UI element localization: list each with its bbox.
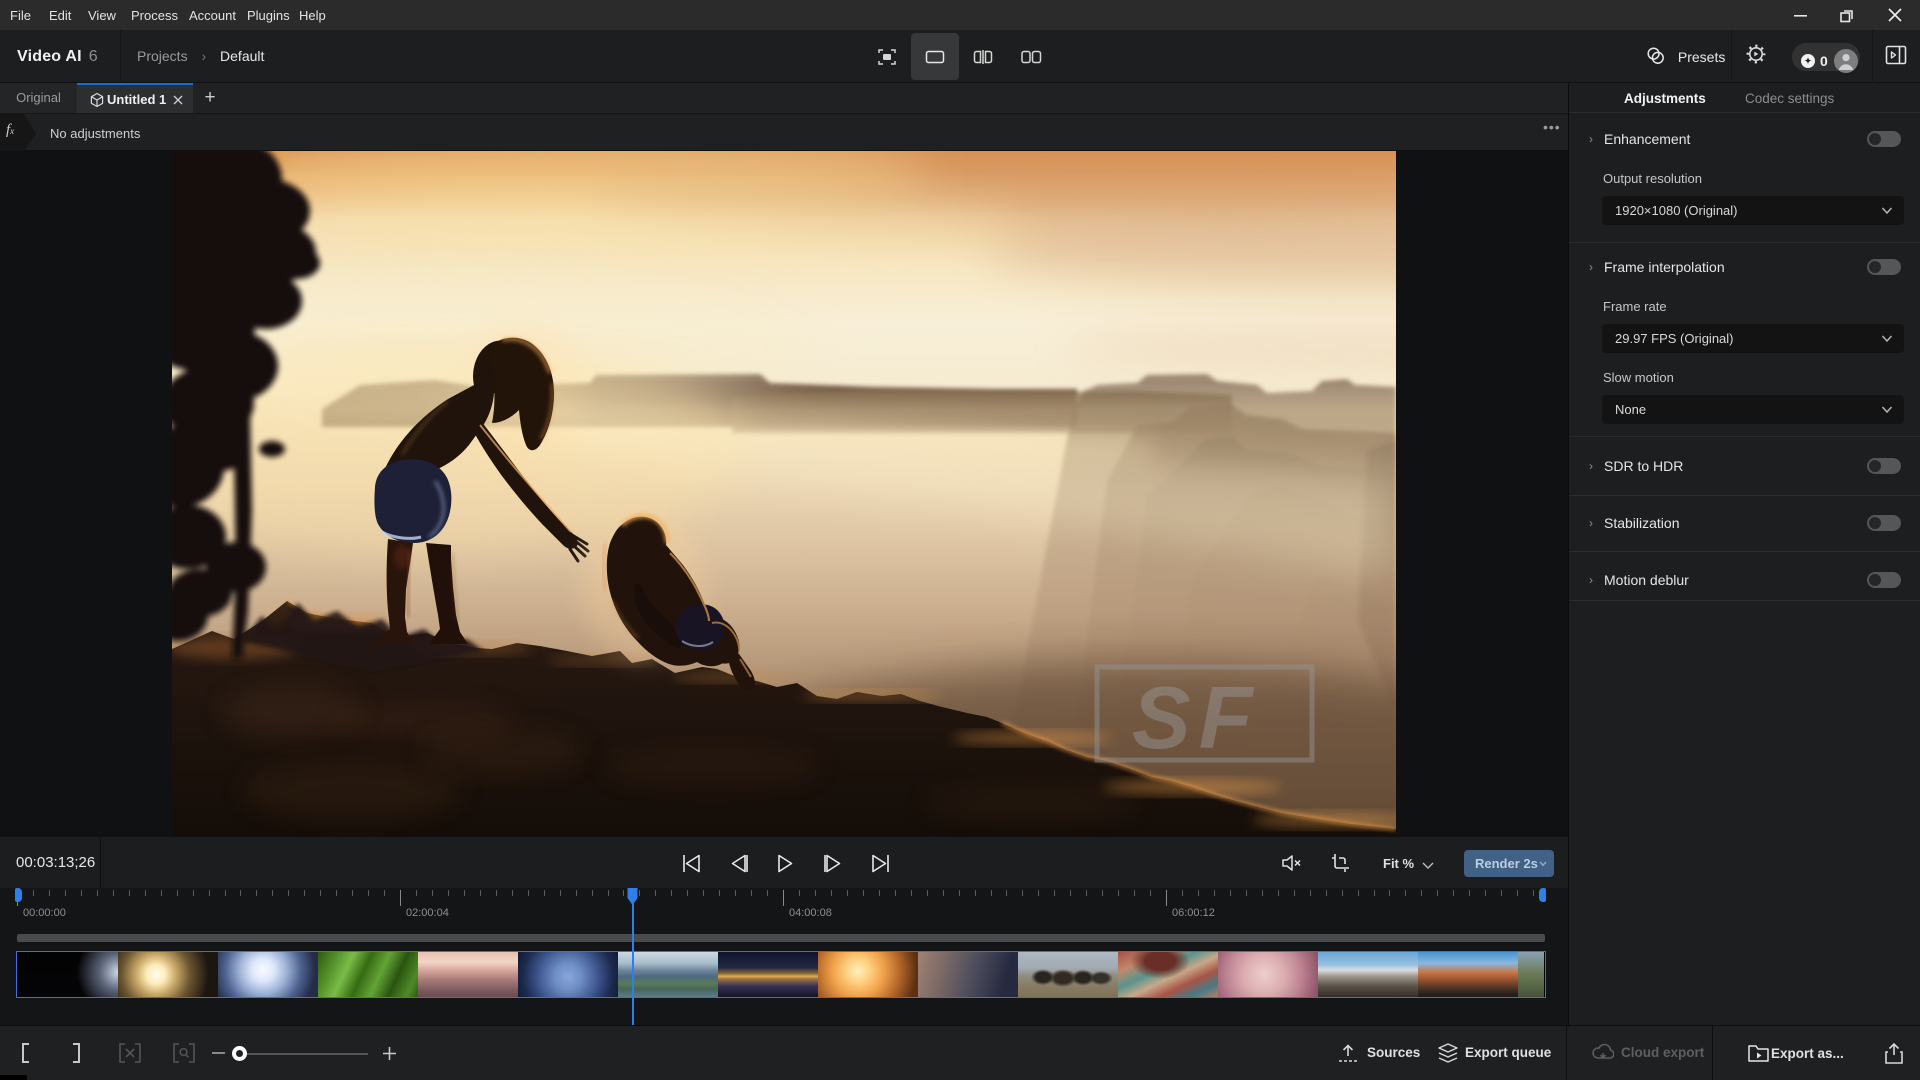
svg-text:0: 0 (1820, 53, 1828, 69)
svg-text:SF: SF (1132, 668, 1260, 767)
